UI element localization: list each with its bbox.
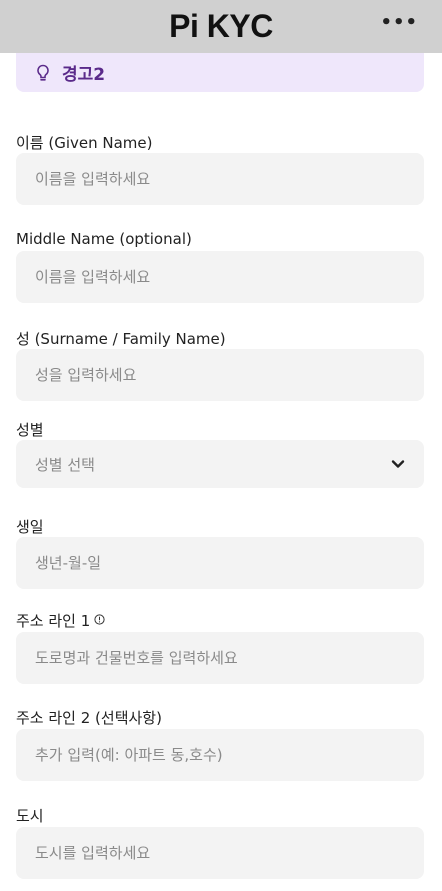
- middle-name-input[interactable]: [16, 251, 424, 303]
- city-label: 도시: [16, 807, 44, 825]
- more-menu-icon[interactable]: •••: [380, 12, 418, 33]
- gender-selected-value: 성별 선택: [35, 455, 95, 474]
- middle-name-label: Middle Name (optional): [16, 230, 192, 248]
- address-line2-input[interactable]: [16, 729, 424, 781]
- gender-label: 성별: [16, 421, 44, 439]
- gender-select[interactable]: 성별 선택: [16, 440, 424, 488]
- given-name-label: 이름 (Given Name): [16, 134, 153, 152]
- chevron-down-icon: [391, 459, 405, 469]
- warning-banner: 경고2: [16, 53, 424, 92]
- warning-text: 경고2: [62, 65, 106, 85]
- lightbulb-icon: [36, 64, 50, 82]
- address-line1-input[interactable]: [16, 632, 424, 684]
- page-title: Pi KYC: [169, 8, 273, 44]
- info-icon[interactable]: [94, 611, 105, 629]
- birthdate-input[interactable]: [16, 537, 424, 589]
- surname-input[interactable]: [16, 349, 424, 401]
- address-line2-label: 주소 라인 2 (선택사항): [16, 709, 162, 727]
- city-input[interactable]: [16, 827, 424, 879]
- birthdate-label: 생일: [16, 518, 44, 536]
- address-line1-label-text: 주소 라인 1: [16, 612, 91, 630]
- app-header: Pi KYC •••: [0, 0, 442, 53]
- given-name-input[interactable]: [16, 153, 424, 205]
- address-line1-label: 주소 라인 1: [16, 610, 105, 631]
- surname-label: 성 (Surname / Family Name): [16, 330, 226, 348]
